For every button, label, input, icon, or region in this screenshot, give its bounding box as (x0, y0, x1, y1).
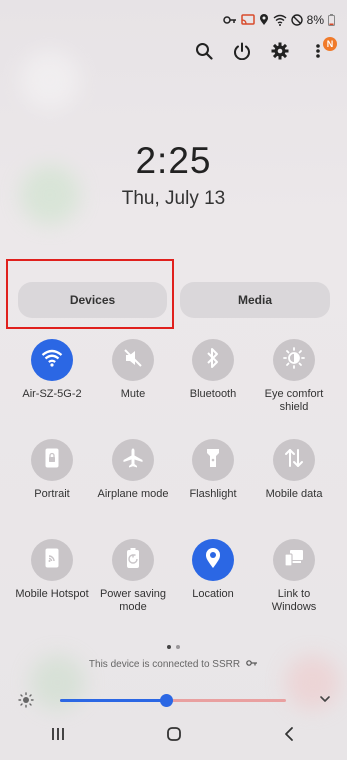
tile-power-saving[interactable]: Power saving mode (93, 539, 173, 614)
tile-mute[interactable]: Mute (93, 339, 173, 401)
tile-label: Flashlight (189, 488, 237, 500)
tile-wifi-toggle[interactable] (31, 339, 73, 381)
power-icon (233, 42, 251, 65)
search-icon (195, 42, 213, 65)
power-button[interactable] (231, 40, 253, 66)
cast-icon (240, 14, 255, 26)
tile-bluetooth-toggle[interactable] (192, 339, 234, 381)
tile-label: Airplane mode (97, 488, 169, 500)
tile-label: Bluetooth (189, 388, 237, 400)
page-dot (167, 645, 171, 649)
notification-badge: N (323, 37, 337, 51)
tile-label: Portrait (34, 488, 70, 500)
tile-label: Air-SZ-5G-2 (22, 388, 82, 400)
tile-label: Link to Windows (271, 588, 317, 613)
tile-label: Eye comfort shield (264, 388, 324, 413)
tile-portrait[interactable]: Portrait (12, 439, 92, 501)
settings-button[interactable] (269, 40, 291, 66)
tile-label: Power saving mode (99, 588, 167, 613)
connection-text: This device is connected to SSRR (88, 659, 241, 670)
quick-panel-actions: N (193, 37, 337, 66)
portrait-lock-icon (44, 447, 60, 474)
tile-airplane[interactable]: Airplane mode (93, 439, 173, 501)
back-icon[interactable] (282, 726, 298, 747)
tile-mobile-data[interactable]: Mobile data (254, 439, 334, 501)
tile-eye-comfort[interactable]: Eye comfort shield (254, 339, 334, 414)
mobile-data-icon (283, 447, 305, 474)
chevron-down-icon[interactable] (318, 692, 332, 711)
tile-airplane-toggle[interactable] (112, 439, 154, 481)
tile-hotspot-toggle[interactable] (31, 539, 73, 581)
location-pin-icon (204, 547, 222, 574)
eye-comfort-icon (283, 346, 305, 374)
key-icon (222, 14, 237, 26)
brightness-slider[interactable] (60, 694, 286, 707)
page-dot (176, 645, 180, 649)
tile-link-windows[interactable]: Link to Windows (254, 539, 334, 614)
devices-button[interactable]: Devices (18, 282, 167, 318)
flashlight-icon (205, 447, 221, 474)
tile-label: Mute (120, 388, 146, 400)
mute-icon (123, 348, 143, 373)
navigation-bar (0, 712, 347, 760)
connection-status: This device is connected to SSRR (0, 659, 347, 670)
media-button[interactable]: Media (180, 282, 330, 318)
clock-time: 2:25 (135, 140, 212, 181)
link-windows-icon (283, 547, 305, 574)
key-icon (246, 659, 258, 670)
tile-location-toggle[interactable] (192, 539, 234, 581)
dnd-icon (290, 14, 303, 26)
more-options-button[interactable]: N (307, 37, 337, 66)
tile-portrait-toggle[interactable] (31, 439, 73, 481)
home-icon[interactable] (165, 725, 183, 748)
power-saving-icon (125, 547, 141, 574)
hotspot-icon (44, 547, 60, 574)
brightness-control (18, 690, 332, 712)
brightness-fill (60, 699, 167, 702)
tile-mute-toggle[interactable] (112, 339, 154, 381)
more-icon (315, 42, 321, 65)
tile-label: Location (192, 588, 234, 600)
tile-hotspot[interactable]: Mobile Hotspot (12, 539, 92, 601)
page-indicator (0, 645, 347, 649)
wifi-icon (41, 349, 63, 372)
search-button[interactable] (193, 40, 215, 66)
tile-label: Mobile data (265, 488, 323, 500)
bluetooth-icon (205, 347, 221, 374)
tile-flashlight-toggle[interactable] (192, 439, 234, 481)
status-bar: 8% (222, 10, 335, 30)
tile-bluetooth[interactable]: Bluetooth (173, 339, 253, 401)
tile-location[interactable]: Location (173, 539, 253, 601)
tile-label: Mobile Hotspot (15, 588, 89, 600)
battery-icon (328, 14, 335, 26)
tile-flashlight[interactable]: Flashlight (173, 439, 253, 501)
battery-percent: 8% (306, 13, 324, 27)
tile-wifi[interactable]: Air-SZ-5G-2 (12, 339, 92, 401)
wifi-icon (273, 14, 287, 26)
background-blur (20, 50, 80, 110)
recent-apps-icon[interactable] (50, 726, 66, 747)
sun-icon (18, 692, 34, 713)
clock-date: Thu, July 13 (121, 188, 226, 209)
tile-eye-comfort-toggle[interactable] (273, 339, 315, 381)
tile-link-windows-toggle[interactable] (273, 539, 315, 581)
brightness-thumb[interactable] (160, 694, 174, 707)
settings-icon (271, 42, 289, 65)
tile-mobile-data-toggle[interactable] (273, 439, 315, 481)
airplane-icon (122, 447, 144, 474)
tile-power-saving-toggle[interactable] (112, 539, 154, 581)
location-icon (259, 14, 269, 26)
